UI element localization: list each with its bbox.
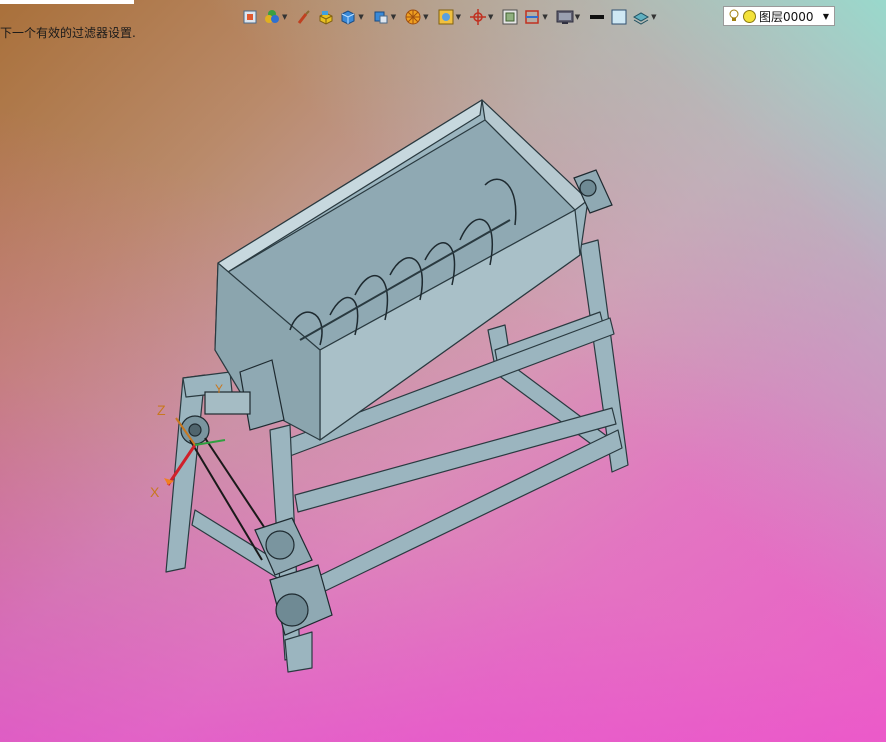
chevron-down-icon: ▼ — [423, 13, 429, 21]
yellow-block-button[interactable] — [316, 6, 336, 28]
layer-name: 图层0000 — [759, 9, 814, 24]
view-toolbar: ▼ ▼ ▼ ▼ ▼ ▼ ▼ ▼ ▼ — [240, 5, 662, 29]
blue-cube-button[interactable]: ▼ — [338, 6, 368, 28]
section-view-icon — [525, 10, 540, 24]
layers-button[interactable]: ▼ — [631, 6, 661, 28]
color-palette-button[interactable]: ▼ — [262, 6, 292, 28]
snap-view-button[interactable] — [240, 6, 260, 28]
chevron-down-icon: ▼ — [574, 13, 581, 21]
wheel-icon — [405, 9, 421, 25]
wheel-button[interactable]: ▼ — [403, 6, 433, 28]
chevron-down-icon: ▼ — [358, 13, 364, 21]
render-style-button[interactable]: ▼ — [436, 6, 466, 28]
background-color-button[interactable] — [609, 6, 629, 28]
color-palette-icon — [265, 10, 279, 23]
axis-z-label: Z — [157, 402, 166, 418]
frame-view-button[interactable] — [500, 6, 520, 28]
lightbulb-icon[interactable] — [728, 9, 740, 23]
section-view-button[interactable]: ▼ — [522, 6, 552, 28]
mixer-model[interactable]: Z X Y — [0, 0, 886, 742]
chevron-down-icon: ▼ — [455, 13, 461, 21]
title-strip — [0, 0, 134, 4]
chevron-down-icon: ▼ — [822, 11, 829, 21]
yellow-block-icon — [319, 11, 333, 25]
layer-color-icon — [743, 9, 756, 23]
monitor-button[interactable]: ▼ — [555, 6, 585, 28]
axis-cross-icon — [469, 9, 486, 25]
chevron-down-icon: ▼ — [651, 13, 657, 21]
paint-brush-icon — [298, 10, 311, 24]
snap-view-icon — [243, 10, 257, 24]
chevron-down-icon: ▼ — [390, 13, 397, 21]
line-weight-button[interactable] — [587, 6, 607, 28]
layer-dropdown[interactable]: 图层0000 ▼ — [723, 6, 835, 26]
line-weight-icon — [590, 15, 605, 19]
face-color-icon — [374, 11, 388, 24]
chevron-down-icon: ▼ — [542, 13, 548, 21]
paint-brush-button[interactable] — [294, 6, 314, 28]
render-style-icon — [438, 9, 454, 25]
status-message: 下一个有效的过滤器设置. — [0, 26, 136, 40]
face-color-button[interactable]: ▼ — [371, 6, 401, 28]
blue-cube-icon — [341, 10, 355, 25]
axis-cross-button[interactable]: ▼ — [468, 6, 498, 28]
chevron-down-icon: ▼ — [282, 13, 288, 21]
monitor-icon — [556, 10, 574, 24]
axis-y-label: Y — [215, 382, 223, 396]
motor-gearbox — [254, 517, 333, 636]
axis-x-label: X — [150, 484, 160, 500]
chevron-down-icon: ▼ — [487, 13, 494, 21]
layers-icon — [633, 12, 650, 25]
background-color-icon — [611, 9, 627, 25]
frame-view-icon — [502, 9, 518, 25]
